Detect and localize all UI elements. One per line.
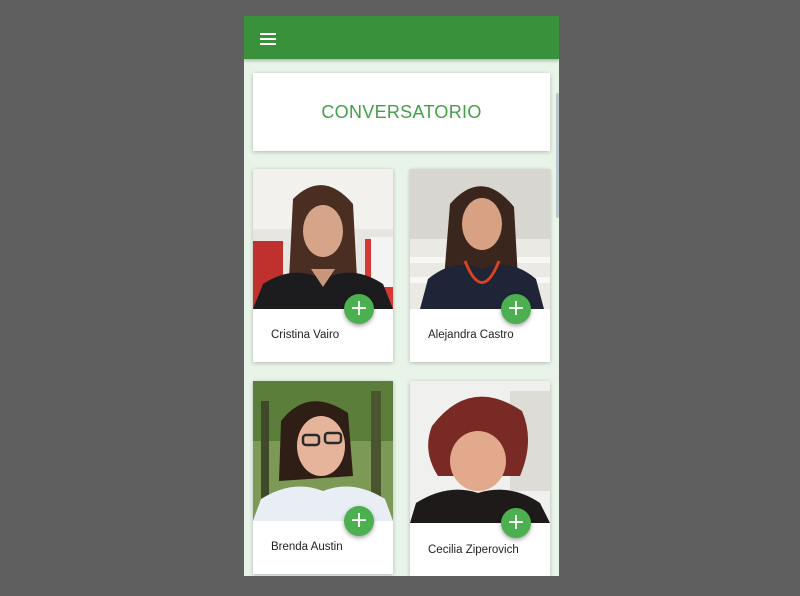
- speaker-name: Brenda Austin: [271, 541, 343, 553]
- plus-icon: +: [506, 296, 526, 321]
- speaker-card-alejandra-castro[interactable]: + Alejandra Castro: [410, 169, 550, 362]
- app-bar: [244, 16, 559, 59]
- speaker-name: Alejandra Castro: [428, 329, 514, 341]
- page-title: CONVERSATORIO: [321, 101, 482, 122]
- add-button[interactable]: +: [501, 508, 531, 538]
- add-button[interactable]: +: [501, 294, 531, 324]
- add-button[interactable]: +: [344, 294, 374, 324]
- speaker-card-cecilia-ziperovich[interactable]: + Cecilia Ziperovich: [410, 381, 550, 576]
- plus-icon: +: [349, 296, 369, 321]
- speaker-name: Cristina Vairo: [271, 329, 340, 341]
- speaker-photo: [410, 169, 550, 309]
- app-screen: CONVERSATORIO + Cristina Vairo + Alejand…: [244, 16, 559, 576]
- speaker-card-brenda-austin[interactable]: + Brenda Austin: [253, 381, 393, 574]
- plus-icon: +: [506, 510, 526, 535]
- speaker-card-cristina-vairo[interactable]: + Cristina Vairo: [253, 169, 393, 362]
- plus-icon: +: [349, 508, 369, 533]
- speaker-photo: [253, 169, 393, 309]
- hamburger-menu-icon[interactable]: [260, 33, 276, 45]
- speaker-photo: [253, 381, 393, 521]
- speaker-photo: [410, 381, 550, 523]
- add-button[interactable]: +: [344, 506, 374, 536]
- scrollbar[interactable]: [556, 93, 559, 218]
- title-card: CONVERSATORIO: [253, 73, 550, 151]
- speaker-name: Cecilia Ziperovich: [428, 544, 519, 556]
